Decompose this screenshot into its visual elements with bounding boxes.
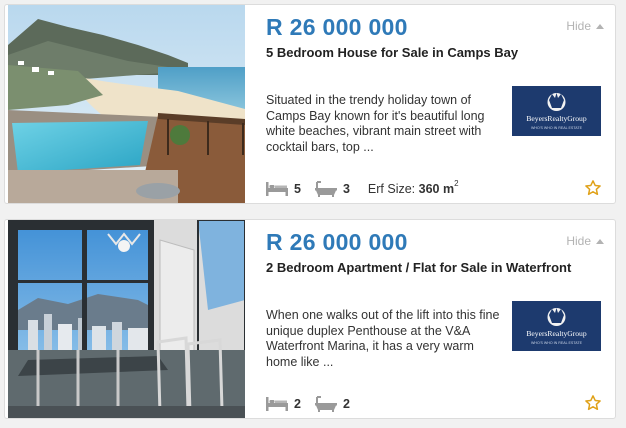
hide-label: Hide bbox=[566, 234, 591, 248]
erf-unit-exponent: 2 bbox=[454, 179, 459, 189]
bathrooms: 3 bbox=[314, 181, 350, 197]
agency-name: BeyersRealtyGroup bbox=[526, 329, 587, 338]
bathroom-count: 3 bbox=[342, 182, 350, 196]
bathroom-count: 2 bbox=[342, 397, 350, 411]
erf-size: Erf Size: 360 m2 bbox=[367, 179, 459, 197]
bedrooms: 5 bbox=[266, 182, 301, 196]
hide-button[interactable]: Hide bbox=[566, 19, 604, 33]
hide-label: Hide bbox=[566, 19, 591, 33]
hide-button[interactable]: Hide bbox=[566, 234, 604, 248]
listing-title[interactable]: 5 Bedroom House for Sale in Camps Bay bbox=[266, 45, 518, 60]
star-icon bbox=[585, 395, 601, 411]
agency-logo[interactable]: BeyersRealtyGroup WHO'S WHO IN REAL ESTA… bbox=[512, 301, 601, 351]
favourite-button[interactable] bbox=[584, 179, 602, 197]
bedroom-count: 5 bbox=[294, 182, 301, 196]
favourite-button[interactable] bbox=[584, 394, 602, 412]
star-icon bbox=[585, 180, 601, 196]
bath-icon bbox=[314, 396, 337, 412]
agency-tagline: WHO'S WHO IN REAL ESTATE bbox=[531, 341, 583, 345]
bed-icon bbox=[266, 397, 288, 411]
erf-label: Erf Size: bbox=[367, 182, 416, 197]
listing-description: When one walks out of the lift into this… bbox=[266, 308, 500, 369]
caret-up-icon bbox=[596, 23, 604, 29]
listing-card[interactable]: R 26 000 000 2 Bedroom Apartment / Flat … bbox=[4, 219, 616, 419]
listing-price[interactable]: R 26 000 000 bbox=[266, 229, 408, 256]
listing-photo[interactable] bbox=[8, 220, 245, 418]
bath-icon bbox=[314, 181, 337, 197]
listing-features: 5 3 Erf Size: 360 m2 bbox=[266, 179, 459, 198]
listing-title[interactable]: 2 Bedroom Apartment / Flat for Sale in W… bbox=[266, 260, 571, 275]
caret-up-icon bbox=[596, 238, 604, 244]
listing-photo[interactable] bbox=[8, 5, 245, 203]
erf-value: 360 m bbox=[418, 182, 455, 197]
listing-photo-image bbox=[8, 5, 245, 203]
listing-photo-image bbox=[8, 220, 245, 418]
listing-features: 2 2 bbox=[266, 395, 364, 413]
listing-card[interactable]: R 26 000 000 5 Bedroom House for Sale in… bbox=[4, 4, 616, 204]
listing-price[interactable]: R 26 000 000 bbox=[266, 14, 408, 41]
agency-tagline: WHO'S WHO IN REAL ESTATE bbox=[531, 126, 583, 130]
bedrooms: 2 bbox=[266, 397, 301, 411]
bedroom-count: 2 bbox=[294, 397, 301, 411]
agency-logo[interactable]: BeyersRealtyGroup WHO'S WHO IN REAL ESTA… bbox=[512, 86, 601, 136]
listing-description: Situated in the trendy holiday town of C… bbox=[266, 93, 485, 154]
listing-results: R 26 000 000 5 Bedroom House for Sale in… bbox=[0, 0, 626, 428]
agency-name: BeyersRealtyGroup bbox=[526, 114, 587, 123]
bed-icon bbox=[266, 182, 288, 196]
bathrooms: 2 bbox=[314, 396, 350, 412]
